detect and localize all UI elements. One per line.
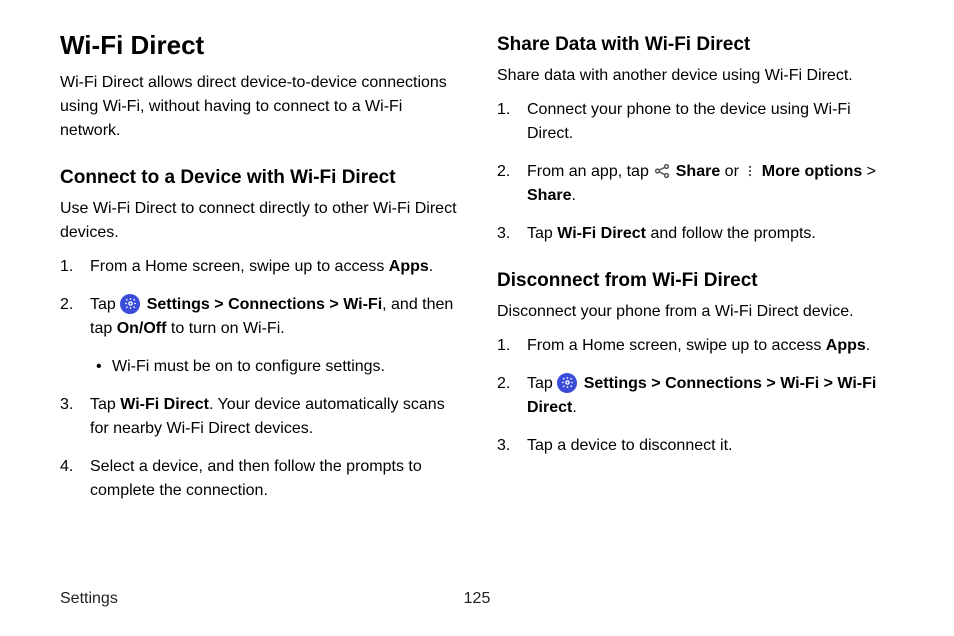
sep: > xyxy=(762,375,780,392)
connect-steps: From a Home screen, swipe up to access A… xyxy=(60,255,457,503)
page-footer: Settings 125 xyxy=(60,590,894,608)
text: Tap xyxy=(90,396,120,413)
apps-label: Apps xyxy=(826,337,866,354)
wifi-label: Wi-Fi xyxy=(780,375,819,392)
text: . xyxy=(571,187,575,204)
text: From a Home screen, swipe up to access xyxy=(90,258,389,275)
disconnect-heading: Disconnect from Wi-Fi Direct xyxy=(497,270,894,292)
disconnect-intro: Disconnect your phone from a Wi-Fi Direc… xyxy=(497,300,894,324)
share-label: Share xyxy=(676,163,720,180)
content-columns: Wi-Fi Direct Wi-Fi Direct allows direct … xyxy=(60,30,894,570)
sep: > xyxy=(325,296,343,313)
settings-icon xyxy=(120,294,140,314)
connections-label: Connections xyxy=(228,296,325,313)
connect-sub-bullets: Wi-Fi must be on to configure settings. xyxy=(90,355,457,379)
wifi-direct-label: Wi-Fi Direct xyxy=(557,225,646,242)
more-options-label: More options xyxy=(762,163,862,180)
text: . xyxy=(866,337,870,354)
settings-label: Settings xyxy=(147,296,210,313)
connect-bullet-1: Wi-Fi must be on to configure settings. xyxy=(112,355,457,379)
text: . xyxy=(429,258,433,275)
text: Tap xyxy=(90,296,120,313)
text: and follow the prompts. xyxy=(646,225,816,242)
share-label-2: Share xyxy=(527,187,571,204)
connections-label: Connections xyxy=(665,375,762,392)
intro-text: Wi-Fi Direct allows direct device-to-dev… xyxy=(60,71,457,143)
sep: > xyxy=(210,296,228,313)
left-column: Wi-Fi Direct Wi-Fi Direct allows direct … xyxy=(60,30,457,570)
apps-label: Apps xyxy=(389,258,429,275)
sep: > xyxy=(647,375,665,392)
text: . xyxy=(572,399,576,416)
share-icon xyxy=(653,162,671,180)
settings-label: Settings xyxy=(584,375,647,392)
text: Tap xyxy=(527,225,557,242)
disconnect-step-3: Tap a device to disconnect it. xyxy=(497,434,894,458)
connect-heading: Connect to a Device with Wi-Fi Direct xyxy=(60,167,457,189)
connect-intro: Use Wi-Fi Direct to connect directly to … xyxy=(60,197,457,245)
connect-step-2: Tap Settings > Connections > Wi-Fi, and … xyxy=(60,293,457,379)
disconnect-step-1: From a Home screen, swipe up to access A… xyxy=(497,334,894,358)
text: From an app, tap xyxy=(527,163,653,180)
more-options-icon xyxy=(743,162,757,180)
text: or xyxy=(720,163,743,180)
sep: > xyxy=(862,163,876,180)
disconnect-steps: From a Home screen, swipe up to access A… xyxy=(497,334,894,458)
connect-step-4: Select a device, and then follow the pro… xyxy=(60,455,457,503)
disconnect-step-2: Tap Settings > Connections > Wi-Fi > Wi-… xyxy=(497,372,894,420)
connect-step-3: Tap Wi-Fi Direct. Your device automatica… xyxy=(60,393,457,441)
share-intro: Share data with another device using Wi-… xyxy=(497,64,894,88)
wifi-label: Wi-Fi xyxy=(343,296,382,313)
settings-icon xyxy=(557,373,577,393)
onoff-label: On/Off xyxy=(117,320,167,337)
share-step-1: Connect your phone to the device using W… xyxy=(497,98,894,146)
text: From a Home screen, swipe up to access xyxy=(527,337,826,354)
share-steps: Connect your phone to the device using W… xyxy=(497,98,894,246)
footer-page-number: 125 xyxy=(464,590,491,608)
text: to turn on Wi-Fi. xyxy=(166,320,284,337)
page-title: Wi-Fi Direct xyxy=(60,30,457,61)
sep: > xyxy=(819,375,837,392)
share-step-3: Tap Wi-Fi Direct and follow the prompts. xyxy=(497,222,894,246)
connect-step-1: From a Home screen, swipe up to access A… xyxy=(60,255,457,279)
share-heading: Share Data with Wi-Fi Direct xyxy=(497,34,894,56)
wifi-direct-label: Wi-Fi Direct xyxy=(120,396,209,413)
text: Tap xyxy=(527,375,557,392)
share-step-2: From an app, tap Share or More options >… xyxy=(497,160,894,208)
right-column: Share Data with Wi-Fi Direct Share data … xyxy=(497,30,894,570)
